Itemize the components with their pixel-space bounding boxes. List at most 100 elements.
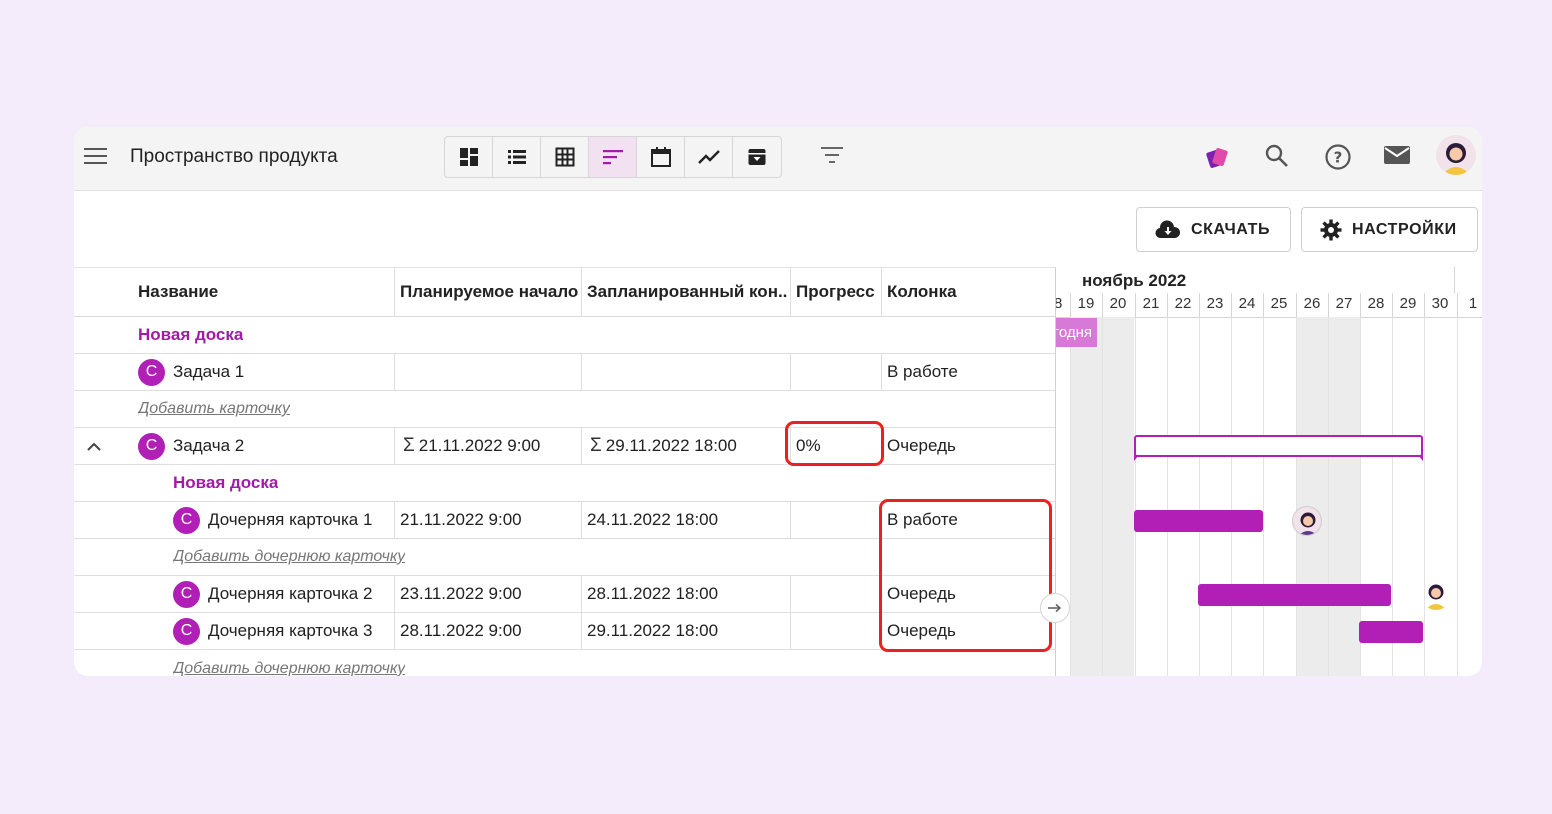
table-row[interactable]: С Задача 1 В работе (74, 354, 1055, 391)
grid-icon (555, 147, 574, 167)
gantt-day-label: 21 (1142, 295, 1160, 312)
start-cell[interactable]: 23.11.2022 9:00 (400, 576, 522, 612)
calendar-view-button[interactable] (637, 137, 685, 177)
dashboard-icon (459, 148, 478, 166)
gantt-day-label: 29 (1399, 295, 1417, 312)
gantt-day-column (1296, 317, 1328, 676)
start-cell[interactable]: 21.11.2022 9:00 (400, 502, 522, 538)
add-child-card-link[interactable]: Добавить дочернюю карточку (173, 548, 405, 566)
splitter-handle[interactable] (1040, 593, 1070, 623)
avatar[interactable] (1436, 135, 1476, 175)
download-button[interactable]: СКАЧАТЬ (1136, 207, 1291, 252)
bar-child-3[interactable] (1359, 621, 1423, 643)
end-cell[interactable]: 29.11.2022 18:00 (587, 613, 718, 649)
gantt-day-column (1199, 317, 1231, 676)
gantt-day-label: 18 (1056, 295, 1070, 312)
task-name[interactable]: Дочерняя карточка 2 (208, 584, 372, 604)
column-cell[interactable]: Очередь (887, 428, 956, 464)
gantt-day-label: 22 (1174, 295, 1192, 312)
task-name-cell: С Дочерняя карточка 2 (173, 576, 391, 612)
avatar[interactable] (1292, 506, 1322, 536)
summary-bar-task-2[interactable] (1134, 435, 1423, 457)
gantt-day-label: 30 (1431, 295, 1449, 312)
gantt-day-label: 24 (1238, 295, 1256, 312)
group-title[interactable]: Новая доска (173, 465, 278, 501)
archive-view-button[interactable] (733, 137, 781, 177)
mail-icon[interactable] (1383, 143, 1411, 172)
task-name[interactable]: Задача 2 (173, 436, 244, 456)
gantt-day-column (1102, 317, 1134, 676)
table-view-button[interactable] (541, 137, 589, 177)
task-name-cell: С Задача 1 (138, 354, 388, 390)
gantt-day-label: 20 (1109, 295, 1127, 312)
collapse-icon[interactable] (86, 428, 102, 464)
sigma-icon: Σ (403, 435, 415, 456)
list-icon (507, 150, 526, 164)
gantt-day-column (1457, 317, 1482, 676)
gantt-day-label: 1 (1468, 295, 1478, 312)
progress-highlight (785, 421, 884, 466)
start-cell[interactable]: Σ 21.11.2022 9:00 (403, 428, 540, 464)
user-badge: С (138, 358, 165, 386)
group-row: Новая доска (74, 465, 1055, 502)
chart-view-button[interactable] (685, 137, 733, 177)
filter-button[interactable] (820, 146, 844, 169)
gantt-day-label: 19 (1077, 295, 1095, 312)
col-header-progress[interactable]: Прогресс (796, 268, 886, 316)
calendar-icon (650, 147, 671, 167)
gantt-chart: ноябрь 2022 181920212223242526272829301 … (1055, 267, 1482, 676)
group-title[interactable]: Новая доска (138, 317, 243, 353)
start-cell[interactable]: 28.11.2022 9:00 (400, 613, 522, 649)
help-icon[interactable]: ? (1324, 143, 1352, 176)
col-header-start[interactable]: Планируемое начало (400, 268, 580, 316)
list-view-button[interactable] (493, 137, 541, 177)
user-badge: С (173, 617, 200, 645)
add-child-card-link[interactable]: Добавить дочернюю карточку (173, 660, 405, 677)
col-header-end[interactable]: Запланированный кон... (587, 268, 787, 316)
download-label: СКАЧАТЬ (1191, 220, 1271, 238)
gantt-day-column (1070, 317, 1102, 676)
page-title: Пространство продукта (130, 146, 338, 167)
month-divider (1454, 267, 1455, 293)
avatar[interactable] (1421, 580, 1451, 610)
start-value: 21.11.2022 9:00 (418, 436, 541, 455)
col-header-column[interactable]: Колонка (887, 268, 1047, 316)
sigma-icon: Σ (590, 435, 602, 456)
gantt-day-label: 25 (1270, 295, 1288, 312)
search-icon[interactable] (1264, 143, 1290, 174)
top-bar: Пространство продукта ? (74, 127, 1482, 191)
gantt-icon (602, 150, 623, 165)
end-cell[interactable]: 28.11.2022 18:00 (587, 576, 718, 612)
end-cell[interactable]: Σ 29.11.2022 18:00 (590, 428, 737, 464)
task-name[interactable]: Дочерняя карточка 3 (208, 621, 372, 641)
bar-child-1[interactable] (1134, 510, 1263, 532)
cards-icon[interactable] (1204, 143, 1232, 176)
gantt-day-label: 27 (1335, 295, 1353, 312)
gantt-view-button[interactable] (589, 137, 637, 177)
gantt-day-column (1328, 317, 1360, 676)
add-card-link[interactable]: Добавить карточку (138, 400, 290, 418)
settings-button[interactable]: НАСТРОЙКИ (1301, 207, 1478, 252)
menu-icon[interactable] (84, 148, 107, 166)
svg-text:?: ? (1334, 149, 1343, 167)
column-cell[interactable]: В работе (887, 354, 958, 390)
task-name[interactable]: Дочерняя карточка 1 (208, 510, 372, 530)
trend-line-icon (697, 150, 720, 164)
add-card-cell: Добавить дочернюю карточку (173, 650, 405, 677)
task-name[interactable]: Задача 1 (173, 362, 244, 382)
today-marker: Сегодня (1056, 318, 1097, 347)
archive-icon (748, 149, 766, 165)
add-card-row: Добавить дочернюю карточку (74, 650, 1055, 677)
gantt-day-column (1135, 317, 1167, 676)
bar-child-2[interactable] (1198, 584, 1391, 606)
group-row: Новая доска (74, 317, 1055, 354)
end-value: 29.11.2022 18:00 (605, 436, 737, 455)
end-cell[interactable]: 24.11.2022 18:00 (587, 502, 718, 538)
column-highlight (879, 499, 1052, 652)
summary-bar-right-tip (1418, 455, 1423, 461)
table-row[interactable]: С Задача 2 Σ 21.11.2022 9:00 Σ 29.11.202… (74, 428, 1055, 465)
dashboard-view-button[interactable] (445, 137, 493, 177)
col-header-name[interactable]: Название (138, 268, 388, 316)
gantt-day-column (1424, 317, 1456, 676)
summary-bar-left-tip (1134, 455, 1139, 461)
